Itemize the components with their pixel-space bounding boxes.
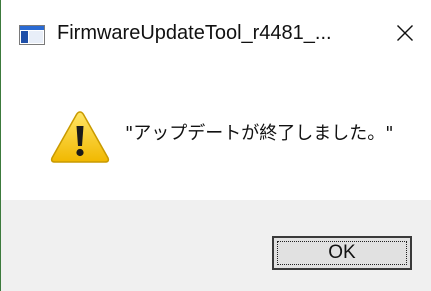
title-bar[interactable]: FirmwareUpdateTool_r4481_... xyxy=(1,0,431,62)
close-button[interactable] xyxy=(387,16,423,50)
close-icon xyxy=(397,25,413,41)
window-title: FirmwareUpdateTool_r4481_... xyxy=(57,22,332,44)
dialog-message: "アップデートが終了しました。" xyxy=(125,123,394,144)
warning-icon xyxy=(49,109,111,165)
dialog-content: "アップデートが終了しました。" xyxy=(1,62,431,200)
dialog-footer: OK xyxy=(1,200,431,291)
window-app-icon xyxy=(19,25,45,45)
ok-button[interactable]: OK xyxy=(272,236,412,270)
ok-button-label: OK xyxy=(328,242,356,263)
message-dialog: FirmwareUpdateTool_r4481_... "アップデートが終了し… xyxy=(0,0,431,291)
